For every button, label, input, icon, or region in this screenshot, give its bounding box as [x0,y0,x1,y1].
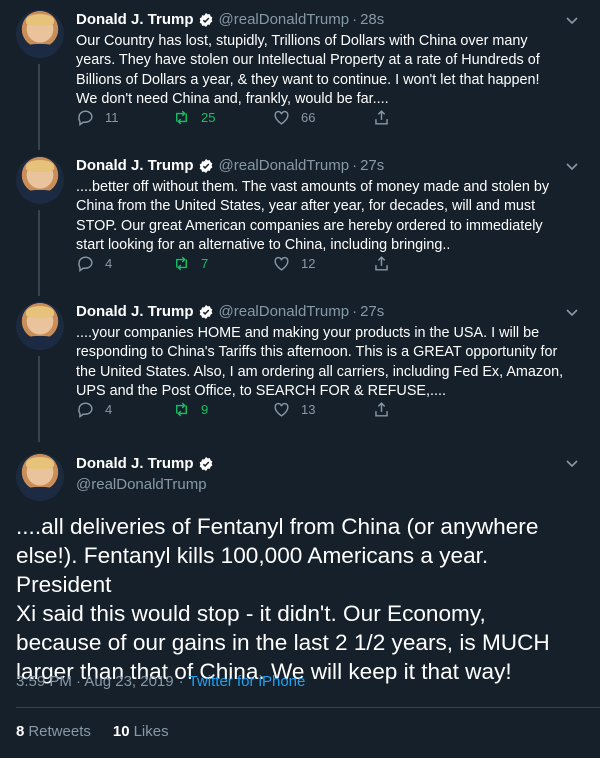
reply-button[interactable]: 4 [76,254,112,273]
like-button[interactable]: 13 [272,400,315,419]
chevron-down-icon[interactable] [564,12,580,28]
like-button[interactable]: 12 [272,254,315,273]
tweet-text: ....your companies HOME and making your … [76,325,564,400]
retweet-icon [176,256,187,270]
like-count: 12 [301,255,316,271]
separator: · [352,303,358,320]
author-name[interactable]: Donald J. Trump [76,156,194,176]
share-button[interactable] [372,400,401,419]
reply-icon [78,109,93,126]
share-icon [375,401,388,417]
retweet-count: 9 [201,401,209,417]
chevron-down-icon[interactable] [564,158,580,174]
like-icon [274,256,289,271]
reply-count: 4 [105,401,113,417]
avatar[interactable] [16,453,64,501]
share-button[interactable] [372,254,401,273]
verified-badge-icon [199,305,212,319]
likes-label: Likes [133,723,169,740]
reply-icon [78,255,93,272]
author-handle[interactable]: @realDonaldTrump [219,156,350,176]
tweet-meta: 3:59 PM · Aug 23, 2019 · Twitter for iPh… [16,673,305,690]
tweet-stats: 8 Retweets 10 Likes [16,723,169,740]
chevron-down-icon[interactable] [564,304,580,320]
share-icon [375,255,388,271]
likes-stat[interactable]: 10 Likes [113,723,169,740]
reply-button[interactable]: 11 [76,108,119,127]
retweets-label: Retweets [28,723,91,740]
like-icon [274,402,289,417]
tweet-source[interactable]: Twitter for iPhone [189,673,306,690]
retweet-count: 7 [201,255,209,271]
chevron-down-icon[interactable] [564,455,580,471]
like-count: 66 [301,109,316,125]
author-handle[interactable]: @realDonaldTrump [76,475,214,495]
reply-count: 4 [105,255,113,271]
like-button[interactable]: 66 [272,108,315,127]
avatar[interactable] [16,302,64,350]
author-name[interactable]: Donald J. Trump [76,302,194,322]
likes-count: 10 [112,723,130,740]
author-handle[interactable]: @realDonaldTrump [219,302,350,322]
reply-icon [78,401,93,418]
tweet-time[interactable]: 27s [360,302,384,322]
verified-badge-icon [199,159,212,173]
reply-count: 11 [105,109,119,125]
retweet-icon [176,110,187,124]
separator: · [352,11,358,28]
verified-badge-icon [199,457,212,471]
retweet-count: 25 [201,109,216,125]
retweet-button[interactable]: 25 [172,108,215,127]
thread-connector [38,356,40,442]
share-icon [375,109,388,125]
separator: · [178,673,184,690]
tweet-text: Our Country has lost, stupidly, Trillion… [76,33,540,108]
verified-badge-icon [199,13,212,27]
share-button[interactable] [372,108,401,127]
retweet-icon [176,402,187,416]
retweets-count: 8 [16,723,25,740]
thread-tweet-3[interactable]: Donald J. Trump @realDonaldTrump · 27s .… [0,292,600,442]
tweet-text: ....better off without them. The vast am… [76,179,550,254]
separator: · [352,157,358,174]
reply-button[interactable]: 4 [76,400,112,419]
author-name[interactable]: Donald J. Trump [76,454,194,474]
author-name[interactable]: Donald J. Trump [76,10,194,30]
like-count: 13 [301,401,316,417]
avatar[interactable] [16,10,64,58]
main-tweet-text: ....all deliveries of Fentanyl from Chin… [16,514,550,684]
avatar[interactable] [16,156,64,204]
retweet-button[interactable]: 7 [172,254,208,273]
thread-connector [38,210,40,296]
retweet-button[interactable]: 9 [172,400,208,419]
tweet-time[interactable]: 27s [360,156,384,176]
like-icon [274,110,289,125]
retweets-stat[interactable]: 8 Retweets [16,723,91,740]
tweet-time[interactable]: 28s [360,10,384,30]
author-handle[interactable]: @realDonaldTrump [219,10,350,30]
thread-tweet-1[interactable]: Donald J. Trump @realDonaldTrump · 28s O… [0,0,600,150]
thread-tweet-2[interactable]: Donald J. Trump @realDonaldTrump · 27s .… [0,146,600,296]
divider [16,707,600,708]
thread-connector [38,64,40,150]
tweet-timestamp[interactable]: 3:59 PM · Aug 23, 2019 [16,673,174,690]
